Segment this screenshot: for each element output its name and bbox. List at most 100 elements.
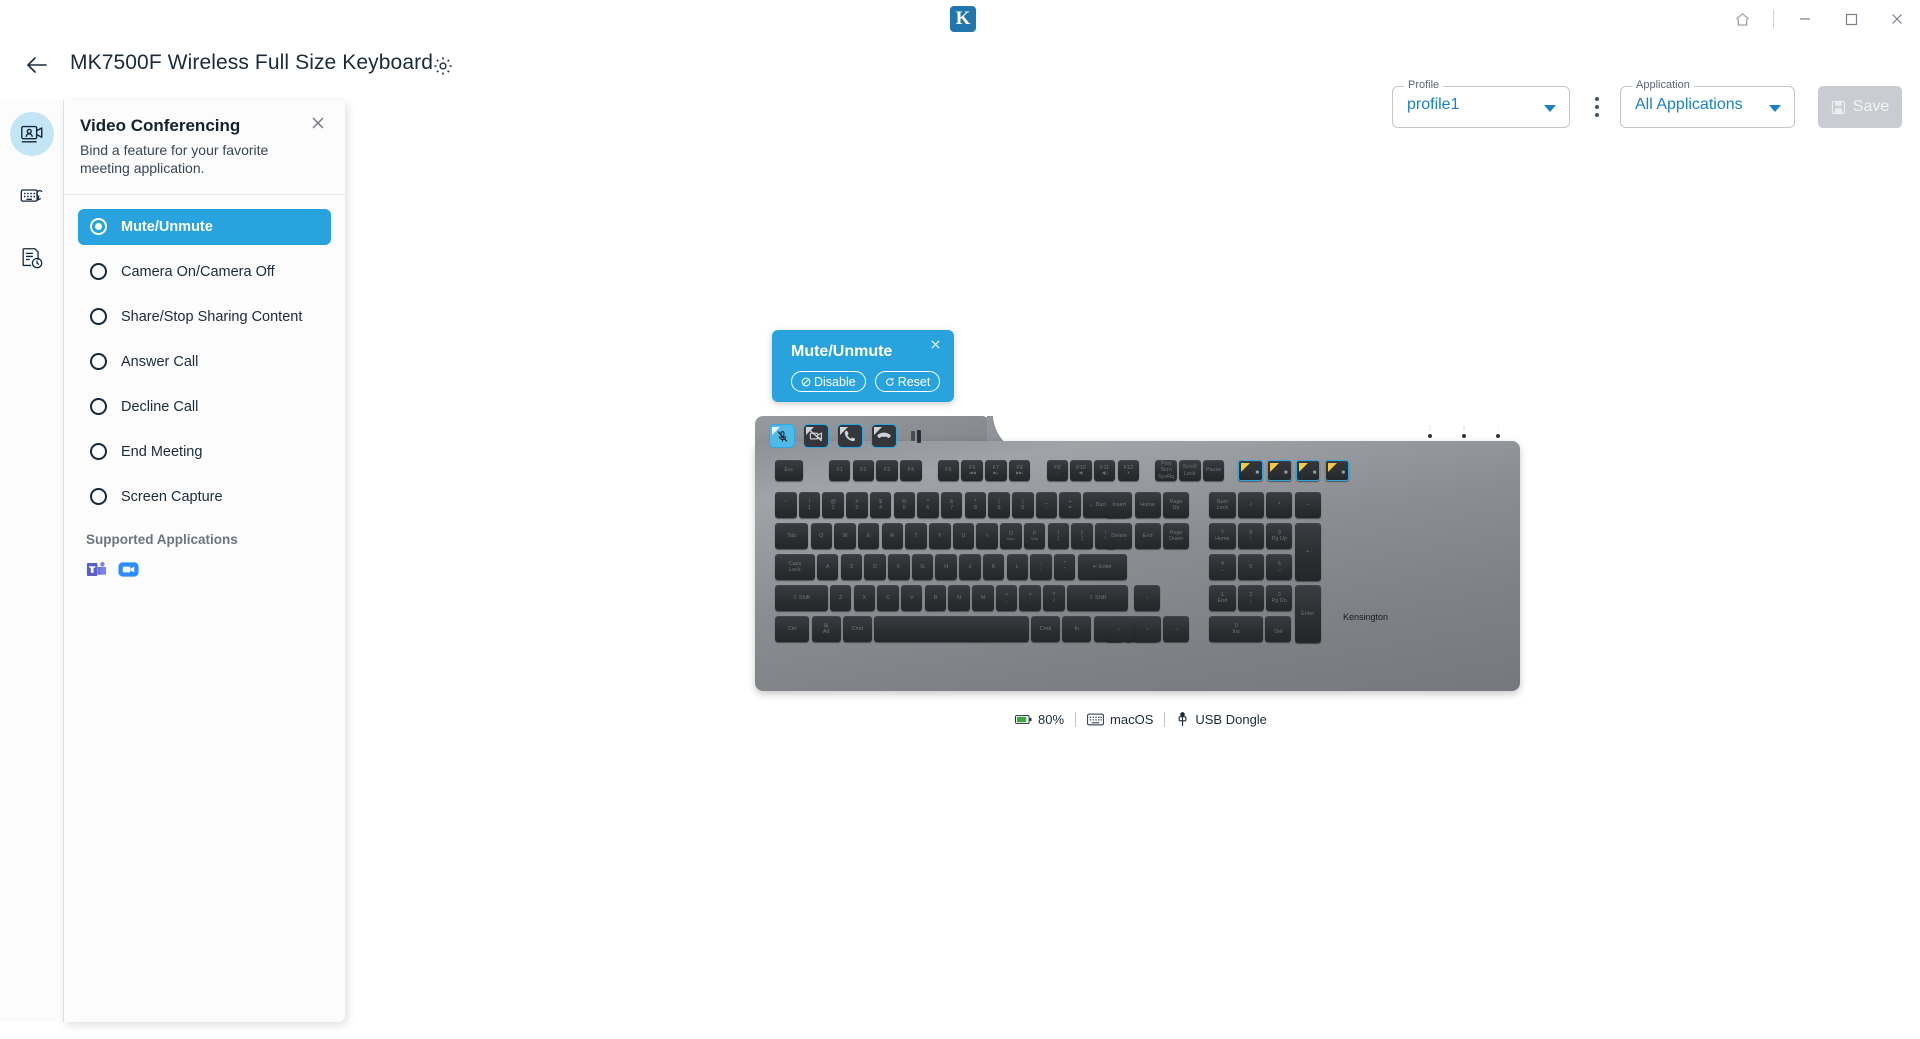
key-Y[interactable]: Y	[929, 523, 951, 550]
key-numpad-0[interactable]: Num Lock	[1209, 492, 1236, 519]
key-numpad-0[interactable]: 0 Ins	[1209, 616, 1264, 643]
minimize-icon[interactable]	[1782, 0, 1828, 38]
key-F12[interactable]: F12 ☀	[1117, 460, 1140, 481]
key-U[interactable]: U	[952, 523, 975, 550]
key-home[interactable]: Home	[1134, 492, 1161, 519]
key->.[interactable]: >.	[1019, 585, 1041, 612]
key-numpad-2[interactable]: *	[1266, 492, 1293, 519]
key-Z[interactable]: Z	[829, 585, 852, 612]
key-H[interactable]: H	[935, 554, 957, 581]
key-num-7[interactable]: & 7	[940, 492, 963, 519]
key-cmd-left[interactable]: Cmd	[842, 616, 872, 643]
option-decline-call[interactable]: Decline Call	[78, 389, 331, 425]
key-F2[interactable]: F2	[852, 460, 875, 481]
key-numpad-plus[interactable]: +	[1294, 523, 1321, 581]
key-delete[interactable]: Delete	[1106, 523, 1133, 550]
key-num-4[interactable]: $4	[869, 492, 892, 519]
close-icon[interactable]	[1874, 0, 1920, 38]
key-numpad-5[interactable]: 8 ↑	[1237, 523, 1264, 550]
more-options-button[interactable]	[1586, 88, 1608, 126]
key-P[interactable]: P Win	[1023, 523, 1046, 550]
key-numpad-9[interactable]: 5	[1237, 554, 1264, 581]
key-C[interactable]: C	[877, 585, 899, 612]
option-mute-unmute[interactable]: Mute/Unmute	[78, 208, 331, 245]
save-button[interactable]: Save	[1818, 86, 1902, 128]
key-F10[interactable]: F10 ◀)	[1070, 460, 1092, 481]
key-fn[interactable]: fn	[1062, 616, 1092, 643]
key-F11[interactable]: F11 ◀))	[1093, 460, 1116, 481]
key-end[interactable]: End	[1134, 523, 1161, 550]
key-tab[interactable]: Tab	[775, 523, 809, 550]
key-numpad-8[interactable]: 4 ←	[1209, 554, 1236, 581]
key-page-down[interactable]: Page Down	[1162, 523, 1190, 550]
key-programmable-1[interactable]: ■	[1238, 460, 1263, 481]
option-end-meeting[interactable]: End Meeting	[78, 434, 331, 470]
key-O[interactable]: O Mac	[1000, 523, 1022, 550]
key-sys-1[interactable]: Scroll Lock	[1179, 460, 1201, 481]
key-page-up[interactable]: Page Up	[1162, 492, 1190, 519]
key-num-1[interactable]: ! 1	[798, 492, 821, 519]
key-programmable-2[interactable]: ■	[1267, 460, 1292, 481]
key-L[interactable]: L	[1006, 554, 1029, 581]
key-arrow-down[interactable]: ↓	[1134, 616, 1161, 643]
key-D[interactable]: D	[864, 554, 886, 581]
tooltip-close-icon[interactable]	[927, 336, 944, 353]
key-{[[interactable]: {[	[1047, 523, 1070, 550]
key-numpad-3[interactable]: −	[1294, 492, 1321, 519]
key-numpad-10[interactable]: 6 →	[1266, 554, 1293, 581]
key-shift-right[interactable]: ⇧ Shift	[1066, 585, 1129, 612]
key-F3[interactable]: F3	[876, 460, 898, 481]
key-N[interactable]: N	[948, 585, 970, 612]
key-R[interactable]: R	[881, 523, 904, 550]
key-num-12[interactable]: + =	[1059, 492, 1081, 519]
key-num-0[interactable]: ~ `	[775, 492, 797, 519]
key-num-10[interactable]: ) 0	[1012, 492, 1034, 519]
key-programmable-3[interactable]: ■	[1295, 460, 1321, 481]
key-num-2[interactable]: @2	[822, 492, 844, 519]
key-space[interactable]	[874, 616, 1029, 643]
key-programmable-4[interactable]: ■	[1324, 460, 1350, 481]
key-F4[interactable]: F4	[900, 460, 922, 481]
key-shift-left[interactable]: ⇧ Shift	[775, 585, 828, 612]
key-V[interactable]: V	[900, 585, 923, 612]
key-S[interactable]: S	[840, 554, 863, 581]
key-sys-0[interactable]: Prnt Scrn SysRq	[1155, 460, 1177, 481]
key-ctrl-left[interactable]: Ctrl	[775, 616, 810, 643]
sidebar-item-keyboard-customization[interactable]	[10, 174, 54, 218]
option-share-stop-sharing[interactable]: Share/Stop Sharing Content	[78, 299, 331, 335]
key-numpad-dot[interactable]: . Del	[1265, 616, 1292, 643]
option-camera-on-off[interactable]: Camera On/Camera Off	[78, 254, 331, 290]
key-sys-2[interactable]: Pause	[1202, 460, 1225, 481]
key-E[interactable]: E	[857, 523, 880, 550]
key-T[interactable]: T	[905, 523, 927, 550]
key-G[interactable]: G	[911, 554, 934, 581]
key-numpad-1[interactable]: /	[1237, 492, 1264, 519]
key-F9[interactable]: F9 ←	[1046, 460, 1069, 481]
key-num-11[interactable]: _ -	[1035, 492, 1058, 519]
key-cmd-right[interactable]: Cmd	[1031, 616, 1061, 643]
key-<,[interactable]: <,	[995, 585, 1018, 612]
key-alt-left[interactable]: ⊞ Alt	[811, 616, 841, 643]
key-num-5[interactable]: % 5	[893, 492, 915, 519]
key-numpad-11[interactable]: 1 End	[1209, 585, 1236, 612]
key-A[interactable]: A	[816, 554, 839, 581]
key-B[interactable]: B	[924, 585, 947, 612]
key-F5[interactable]: F5	[937, 460, 960, 481]
key-"'[interactable]: " '	[1053, 554, 1076, 581]
disable-button[interactable]: Disable	[791, 371, 866, 392]
key-F7[interactable]: F7 ▶||	[985, 460, 1007, 481]
home-icon[interactable]	[1719, 0, 1765, 38]
key-arrow-left[interactable]: ←	[1106, 616, 1133, 643]
panel-close-icon[interactable]	[307, 112, 329, 134]
key-?/[interactable]: ? /	[1043, 585, 1065, 612]
sidebar-item-video-conferencing[interactable]	[9, 112, 54, 156]
key-insert[interactable]: Insert	[1106, 492, 1133, 519]
key-num-8[interactable]: * 8	[964, 492, 987, 519]
key-num-9[interactable]: (9	[988, 492, 1010, 519]
key-numpad-4[interactable]: 7 Home	[1209, 523, 1236, 550]
key-I[interactable]: I	[976, 523, 998, 550]
key-F8[interactable]: F8 ▶▶|	[1008, 460, 1031, 481]
key-K[interactable]: K	[982, 554, 1005, 581]
sidebar-item-macro-history[interactable]	[10, 236, 54, 280]
key-caps-lock[interactable]: Caps Lock	[775, 554, 815, 581]
